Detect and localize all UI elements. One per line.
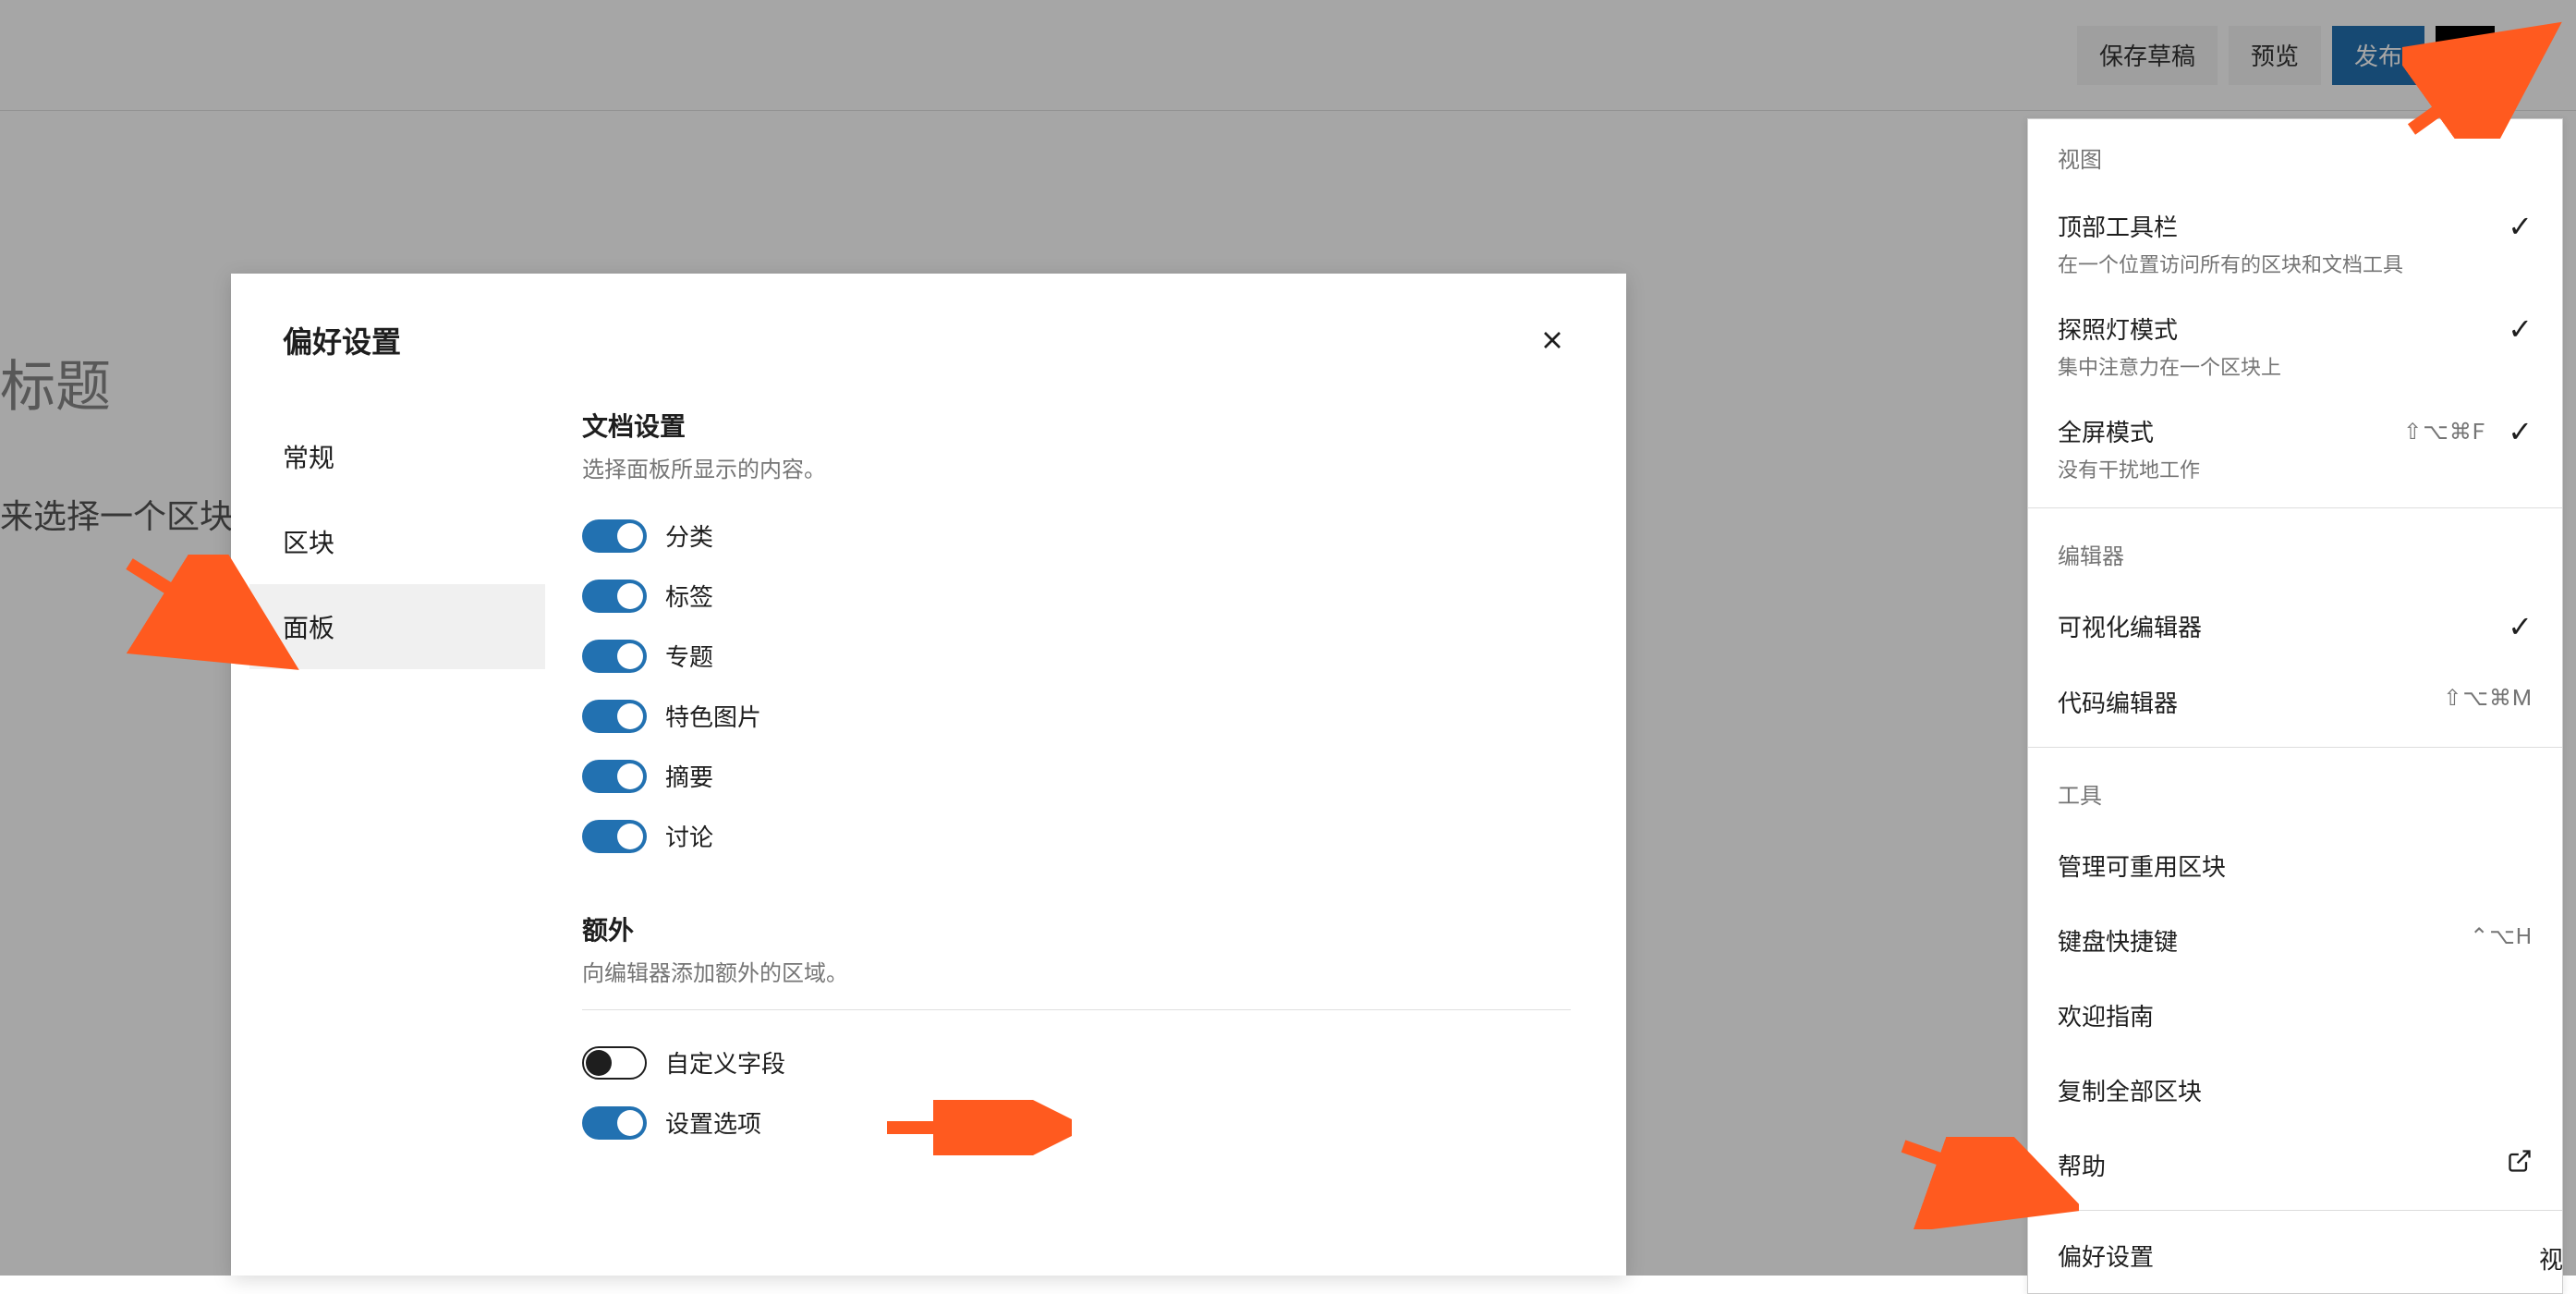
modal-content: 文档设置 选择面板所显示的内容。 分类 标签 专题 特色图片 摘要 [545, 407, 1608, 1153]
check-icon: ✓ [2508, 609, 2533, 644]
modal-tabs: 常规 区块 面板 [249, 407, 545, 1153]
menu-item-fullscreen[interactable]: 全屏模式 没有干扰地工作 ⇧⌥⌘F ✓ [2028, 397, 2562, 500]
menu-section-editor: 编辑器 [2028, 516, 2562, 589]
menu-section-tools: 工具 [2028, 755, 2562, 828]
menu-item-manage-reusable[interactable]: 管理可重用区块 [2028, 828, 2562, 903]
menu-item-desc: 在一个位置访问所有的区块和文档工具 [2058, 249, 2403, 278]
toggle-row-discussion: 讨论 [582, 806, 1571, 866]
toggle-post-format[interactable] [582, 640, 647, 673]
toggle-tags[interactable] [582, 580, 647, 613]
toggle-label: 自定义字段 [665, 1045, 785, 1080]
menu-divider [2028, 747, 2562, 748]
external-link-icon [2507, 1148, 2533, 1174]
menu-item-help[interactable]: 帮助 [2028, 1128, 2562, 1202]
check-icon: ✓ [2508, 311, 2533, 347]
section-title-extra: 额外 [582, 910, 1571, 947]
toggle-row-excerpt: 摘要 [582, 746, 1571, 806]
annotation-arrow [2402, 18, 2569, 139]
menu-item-desc: 没有干扰地工作 [2058, 454, 2200, 483]
section-desc-extra: 向编辑器添加额外的区域。 [582, 955, 1571, 987]
toggle-label: 专题 [665, 639, 713, 673]
menu-divider [2028, 507, 2562, 508]
tab-general[interactable]: 常规 [249, 414, 545, 499]
menu-item-label: 探照灯模式 [2058, 311, 2281, 346]
toggle-row-post-format: 专题 [582, 626, 1571, 686]
menu-item-label: 顶部工具栏 [2058, 209, 2403, 243]
modal-header: 偏好设置 [231, 274, 1626, 407]
menu-item-preferences[interactable]: 偏好设置 [2028, 1218, 2562, 1293]
section-desc-document: 选择面板所显示的内容。 [582, 451, 1571, 483]
menu-item-keyboard-shortcuts[interactable]: 键盘快捷键 ⌃⌥H [2028, 903, 2562, 978]
toggle-label: 标签 [665, 579, 713, 613]
toggle-row-category: 分类 [582, 506, 1571, 566]
truncated-text: 视 [2539, 1241, 2563, 1276]
toggle-row-settings-options: 设置选项 [582, 1093, 1571, 1153]
modal-body: 常规 区块 面板 文档设置 选择面板所显示的内容。 分类 标签 专题 特色 [231, 407, 1626, 1153]
menu-item-copy-all[interactable]: 复制全部区块 [2028, 1053, 2562, 1128]
menu-item-label: 可视化编辑器 [2058, 609, 2202, 643]
shortcut-label: ⌃⌥H [2470, 923, 2533, 949]
toggle-label: 摘要 [665, 759, 713, 793]
toggle-label: 特色图片 [665, 699, 761, 733]
close-icon [1537, 325, 1567, 355]
menu-item-top-toolbar[interactable]: 顶部工具栏 在一个位置访问所有的区块和文档工具 ✓ [2028, 192, 2562, 295]
toggle-row-tags: 标签 [582, 566, 1571, 626]
toggle-label: 分类 [665, 519, 713, 553]
annotation-arrow [1894, 1137, 2079, 1229]
annotation-arrow [120, 555, 305, 684]
menu-item-label: 键盘快捷键 [2058, 923, 2178, 958]
modal-title: 偏好设置 [283, 319, 401, 361]
toggle-label: 讨论 [665, 819, 713, 853]
close-button[interactable] [1530, 318, 1574, 362]
annotation-arrow [869, 1100, 1072, 1155]
shortcut-label: ⇧⌥⌘F [2403, 419, 2485, 445]
menu-item-spotlight[interactable]: 探照灯模式 集中注意力在一个区块上 ✓ [2028, 295, 2562, 397]
toggle-settings-options[interactable] [582, 1106, 647, 1140]
menu-item-label: 复制全部区块 [2058, 1073, 2202, 1107]
toggle-row-custom-fields: 自定义字段 [582, 1032, 1571, 1093]
toggle-excerpt[interactable] [582, 760, 647, 793]
menu-item-label: 偏好设置 [2058, 1239, 2154, 1273]
menu-item-visual-editor[interactable]: 可视化编辑器 ✓ [2028, 589, 2562, 665]
toggle-custom-fields[interactable] [582, 1046, 647, 1080]
shortcut-label: ⇧⌥⌘M [2443, 685, 2533, 711]
menu-item-desc: 集中注意力在一个区块上 [2058, 351, 2281, 381]
menu-divider [2028, 1210, 2562, 1211]
menu-item-label: 管理可重用区块 [2058, 848, 2226, 883]
menu-item-label: 全屏模式 [2058, 414, 2200, 448]
toggle-category[interactable] [582, 519, 647, 553]
menu-item-label: 欢迎指南 [2058, 998, 2154, 1032]
toggle-discussion[interactable] [582, 820, 647, 853]
toggle-featured-image[interactable] [582, 700, 647, 733]
toggle-row-featured-image: 特色图片 [582, 686, 1571, 746]
toggle-label: 设置选项 [665, 1105, 761, 1140]
options-dropdown-menu: 视图 顶部工具栏 在一个位置访问所有的区块和文档工具 ✓ 探照灯模式 集中注意力… [2027, 118, 2563, 1294]
menu-item-welcome-guide[interactable]: 欢迎指南 [2028, 978, 2562, 1053]
check-icon: ✓ [2508, 209, 2533, 244]
menu-item-label: 代码编辑器 [2058, 685, 2178, 719]
section-title-document: 文档设置 [582, 407, 1571, 444]
menu-item-code-editor[interactable]: 代码编辑器 ⇧⌥⌘M [2028, 665, 2562, 739]
check-icon: ✓ [2508, 414, 2533, 449]
